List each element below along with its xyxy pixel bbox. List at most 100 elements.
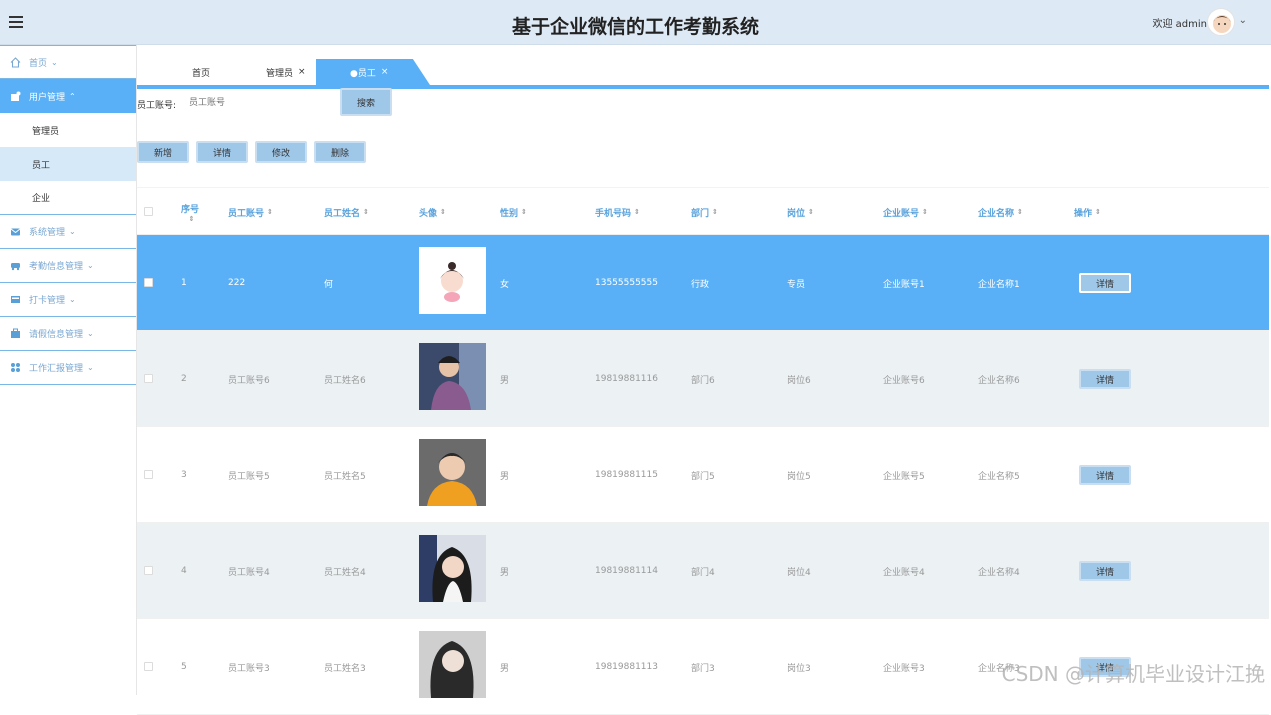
employee-table: 序号⇕ 员工账号⇕ 员工姓名⇕ 头像⇕ 性别⇕ 手机号码⇕ 部门⇕ 岗位⇕ 企业… [137,187,1269,715]
table-row[interactable]: 2 员工账号6 员工姓名6 男 19819881116 部门6 岗位6 企业账号… [137,331,1269,427]
sidebar-subitem-company[interactable]: 企业 [0,181,136,215]
chevron-down-icon: ⌄ [87,363,94,372]
col-label: 序号 [181,202,199,215]
avatar [419,631,486,698]
cell-post: 岗位5 [787,427,811,523]
search-label: 员工账号: [137,98,176,111]
cell-account: 222 [228,235,245,331]
sidebar-item-system[interactable]: 系统管理⌄ [0,215,136,249]
sort-icon: ⇕ [189,215,195,223]
cell-gender: 女 [500,235,509,331]
chevron-down-icon[interactable]: ⌄ [1239,15,1247,26]
col-label: 手机号码 [595,206,631,219]
tab-label: 管理员 [266,66,293,79]
tab-label: ●员工 [350,66,376,79]
cell-no: 2 [181,331,187,427]
row-checkbox[interactable] [144,470,153,479]
cell-corp-account: 企业账号3 [883,619,925,715]
search-button[interactable]: 搜索 [340,88,392,116]
sort-icon: ⇕ [922,208,928,216]
col-avatar[interactable]: 头像⇕ [419,188,446,236]
table-row[interactable]: 3 员工账号5 员工姓名5 男 19819881115 部门5 岗位5 企业账号… [137,427,1269,523]
row-detail-button[interactable]: 详情 [1079,369,1131,389]
row-checkbox[interactable] [144,662,153,671]
sidebar-item-attendance[interactable]: 考勤信息管理⌄ [0,249,136,283]
cell-no: 4 [181,523,187,619]
cell-no: 5 [181,619,187,715]
sidebar-subitem-employee[interactable]: 员工 [0,147,136,181]
row-detail-button[interactable]: 详情 [1079,561,1131,581]
avatar [419,343,486,410]
sort-icon: ⇕ [267,208,273,216]
select-all-checkbox[interactable] [144,207,153,216]
row-detail-button[interactable]: 详情 [1079,465,1131,485]
col-name[interactable]: 员工姓名⇕ [324,188,369,236]
col-gender[interactable]: 性别⇕ [500,188,527,236]
close-icon[interactable]: × [381,67,389,77]
cell-post: 岗位6 [787,331,811,427]
col-phone[interactable]: 手机号码⇕ [595,188,640,236]
row-checkbox[interactable] [144,374,153,383]
sort-icon: ⇕ [634,208,640,216]
sort-icon: ⇕ [521,208,527,216]
chevron-down-icon: ⌄ [87,329,94,338]
col-account[interactable]: 员工账号⇕ [228,188,273,236]
col-post[interactable]: 岗位⇕ [787,188,814,236]
cell-post: 岗位4 [787,523,811,619]
sidebar-item-label: 用户管理 [29,90,65,103]
search-input[interactable] [189,92,329,114]
sidebar-subitem-admin[interactable]: 管理员 [0,113,136,147]
col-label: 企业名称 [978,206,1014,219]
tab-label: 首页 [192,66,210,79]
col-dept[interactable]: 部门⇕ [691,188,718,236]
sort-icon: ⇕ [808,208,814,216]
close-icon[interactable]: × [298,67,306,77]
col-label: 操作 [1074,206,1092,219]
sort-icon: ⇕ [712,208,718,216]
cell-corp-account: 企业账号6 [883,331,925,427]
cell-dept: 行政 [691,235,709,331]
row-detail-button[interactable]: 详情 [1079,273,1131,293]
welcome-text: 欢迎 admin [1152,15,1207,30]
cell-name: 员工姓名6 [324,331,366,427]
table-row[interactable]: 1 222 何 女 13555555555 行政 专员 企业账号1 企业名称1 … [137,235,1269,331]
tab-home[interactable]: 首页 [192,59,210,85]
watermark: CSDN @计算机毕业设计江挽 [1002,658,1265,687]
row-checkbox[interactable] [144,278,153,287]
col-corp-account[interactable]: 企业账号⇕ [883,188,928,236]
cell-gender: 男 [500,427,509,523]
edit-button[interactable]: 修改 [255,141,307,163]
sidebar-item-home[interactable]: 首页⌄ [0,45,136,79]
sidebar-item-label: 考勤信息管理 [29,259,83,272]
sidebar-item-report[interactable]: 工作汇报管理 ⌄ [0,351,136,385]
sort-icon: ⇕ [1017,208,1023,216]
table-row[interactable]: 4 员工账号4 员工姓名4 男 19819881114 部门4 岗位4 企业账号… [137,523,1269,619]
card-icon [10,294,21,305]
cell-phone: 19819881115 [595,427,658,523]
sort-icon: ⇕ [1095,208,1101,216]
add-button[interactable]: 新增 [137,141,189,163]
sidebar-item-user-management[interactable]: 用户管理 ⌃ [0,79,136,113]
col-op[interactable]: 操作⇕ [1074,188,1101,236]
sidebar-item-label: 工作汇报管理 [29,361,83,374]
row-checkbox[interactable] [144,566,153,575]
col-label: 员工账号 [228,206,264,219]
tab-employee[interactable]: ●员工 × [316,59,430,85]
cell-post: 专员 [787,235,805,331]
col-corp-name[interactable]: 企业名称⇕ [978,188,1023,236]
chevron-up-icon: ⌃ [69,92,76,101]
cell-corp-account: 企业账号1 [883,235,925,331]
col-no[interactable]: 序号⇕ [181,188,199,236]
cell-gender: 男 [500,331,509,427]
cell-corp-account: 企业账号4 [883,523,925,619]
delete-button[interactable]: 删除 [314,141,366,163]
avatar[interactable] [1207,8,1235,36]
sidebar-item-clockin[interactable]: 打卡管理⌄ [0,283,136,317]
tab-admin[interactable]: 管理员 × [266,59,306,85]
cell-dept: 部门5 [691,427,715,523]
cell-phone: 19819881113 [595,619,658,715]
detail-button[interactable]: 详情 [196,141,248,163]
chevron-down-icon: ⌄ [69,295,76,304]
sidebar-item-leave[interactable]: 请假信息管理⌄ [0,317,136,351]
cell-gender: 男 [500,523,509,619]
